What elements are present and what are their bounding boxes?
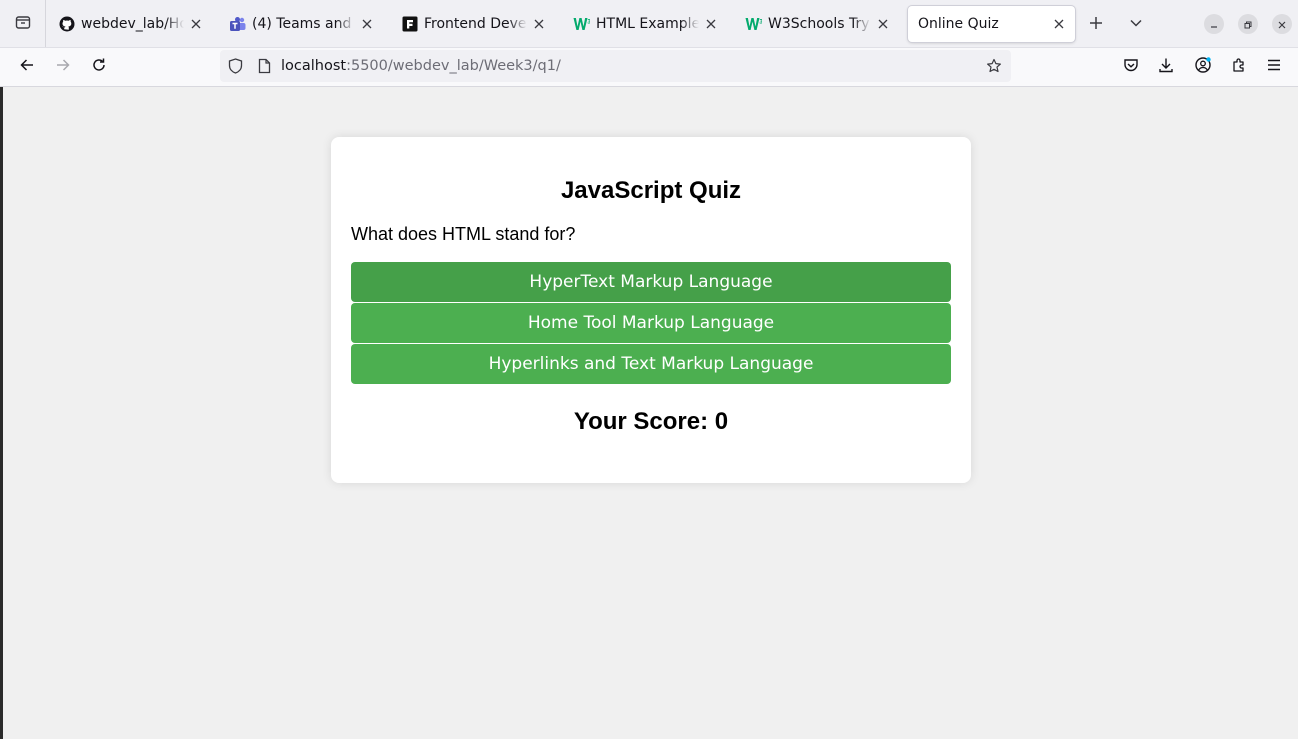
tab-title: webdev_lab/Home — [81, 16, 184, 32]
answer-option-button[interactable]: Home Tool Markup Language — [351, 303, 951, 343]
tab-title: (4) Teams and Channels — [252, 16, 355, 32]
tab-w3schools-tryit[interactable]: 3 W3Schools Tryit Editor — [735, 6, 899, 42]
navigation-toolbar: localhost:5500/webdev_lab/Week3/q1/ — [0, 48, 1298, 87]
close-tab-icon[interactable] — [703, 16, 719, 32]
answer-options: HyperText Markup Language Home Tool Mark… — [351, 262, 951, 384]
new-tab-button[interactable] — [1081, 8, 1111, 40]
downloads-button[interactable] — [1150, 51, 1182, 83]
arrow-right-icon — [55, 57, 71, 77]
app-menu-button[interactable] — [1258, 51, 1290, 83]
shield-icon[interactable] — [227, 58, 243, 74]
quiz-card: JavaScript Quiz What does HTML stand for… — [331, 137, 971, 483]
tab-online-quiz[interactable]: Online Quiz — [908, 6, 1075, 42]
w3schools-icon: 3 — [573, 16, 590, 33]
tab-html-examples[interactable]: 3 HTML Examples — [563, 6, 727, 42]
close-tab-icon[interactable] — [359, 16, 375, 32]
question-text: What does HTML stand for? — [351, 224, 576, 244]
extensions-button[interactable] — [1223, 51, 1255, 83]
close-tab-icon[interactable] — [1051, 16, 1067, 32]
arrow-left-icon — [19, 57, 35, 77]
address-bar[interactable]: localhost:5500/webdev_lab/Week3/q1/ — [220, 50, 1011, 82]
chevron-down-icon — [1129, 15, 1143, 34]
tab-teams[interactable]: (4) Teams and Channels — [219, 6, 383, 42]
bookmark-star-icon[interactable] — [986, 58, 1002, 74]
teams-icon — [229, 16, 246, 33]
tab-webdev-lab[interactable]: webdev_lab/Home — [48, 6, 212, 42]
window-left-edge — [0, 87, 3, 739]
score-display: Your Score: 0 — [573, 408, 729, 435]
url-text[interactable]: localhost:5500/webdev_lab/Week3/q1/ — [281, 58, 561, 74]
svg-text:3: 3 — [587, 19, 590, 26]
tab-title: HTML Examples — [596, 16, 699, 32]
github-icon — [58, 16, 75, 33]
tab-title: Online Quiz — [918, 16, 999, 32]
minimize-icon — [1209, 15, 1219, 34]
tab-list-button[interactable] — [8, 8, 38, 40]
list-all-tabs-button[interactable] — [1121, 8, 1151, 40]
account-button[interactable] — [1187, 51, 1219, 83]
answer-option-button[interactable]: Hyperlinks and Text Markup Language — [351, 344, 951, 384]
account-icon — [1194, 56, 1212, 78]
close-icon — [1277, 15, 1287, 34]
download-icon — [1158, 57, 1174, 77]
page-icon[interactable] — [256, 58, 272, 74]
pocket-button[interactable] — [1115, 51, 1147, 83]
svg-text:3: 3 — [759, 19, 762, 26]
window-close-button[interactable] — [1272, 14, 1292, 34]
back-button[interactable] — [11, 51, 43, 83]
puzzle-icon — [1231, 57, 1247, 77]
w3schools-icon: 3 — [745, 16, 762, 33]
tab-title: W3Schools Tryit Editor — [768, 16, 871, 32]
tab-title: Frontend Developer — [424, 16, 527, 32]
url-path: :5500/webdev_lab/Week3/q1/ — [346, 58, 561, 74]
answer-option-button[interactable]: HyperText Markup Language — [351, 262, 951, 302]
close-tab-icon[interactable] — [875, 16, 891, 32]
close-tab-icon[interactable] — [531, 16, 547, 32]
quiz-title: JavaScript Quiz — [560, 177, 742, 204]
hamburger-menu-icon — [1266, 57, 1282, 77]
restore-icon — [1243, 15, 1253, 34]
plus-icon — [1089, 15, 1103, 34]
forward-button[interactable] — [47, 51, 79, 83]
frontend-logo-icon — [401, 16, 418, 33]
reload-button[interactable] — [83, 51, 115, 83]
reload-icon — [91, 57, 107, 77]
close-tab-icon[interactable] — [188, 16, 204, 32]
url-host: localhost — [281, 58, 347, 74]
tab-strip: webdev_lab/Home (4) Teams and Channels F… — [0, 0, 1298, 48]
pocket-icon — [1123, 57, 1139, 77]
tab-frontend-developer[interactable]: Frontend Developer — [391, 6, 555, 42]
restore-button[interactable] — [1238, 14, 1258, 34]
minimize-button[interactable] — [1204, 14, 1224, 34]
tab-list-icon — [15, 14, 31, 34]
tab-separator — [45, 0, 46, 47]
